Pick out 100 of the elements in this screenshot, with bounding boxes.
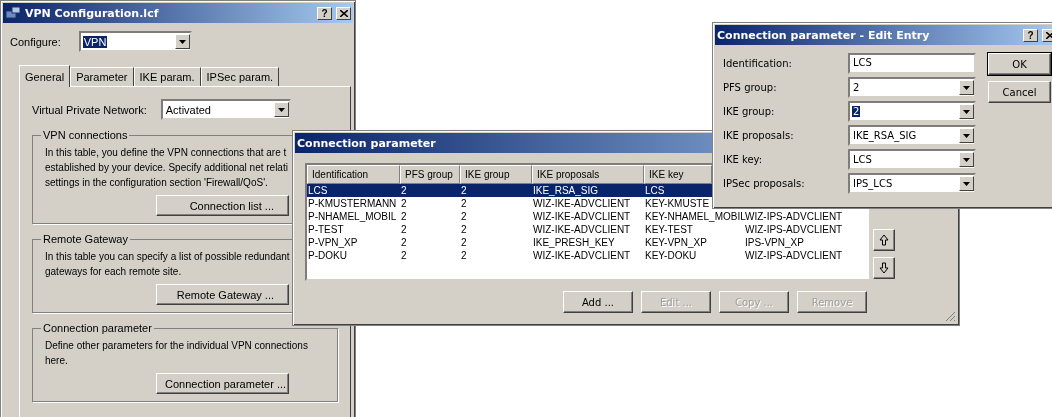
window-icon [5,6,21,20]
caret-icon [963,133,970,138]
field-label: PFS group: [723,82,778,93]
table-cell-text: WIZ-IKE-ADVCLIENT [532,249,632,262]
caret-icon [963,181,970,186]
text-field[interactable]: LCS [848,53,976,74]
configure-dropdown[interactable]: VPN [78,31,192,52]
column-header[interactable]: PFS group [400,165,460,184]
field-label: IKE key: [723,154,764,165]
table-cell-text: 2 [400,223,408,236]
table-cell-text: WIZ-IPS-ADVCLIENT [745,210,844,223]
table-cell-text: KEY-VPN_XP [644,236,708,249]
dropdown-arrow-button[interactable] [959,80,974,95]
dialog-button[interactable]: Cancel [988,81,1051,103]
tab[interactable]: IKE param. [133,67,201,86]
table-cell-text: 2 [400,197,408,210]
table-row[interactable]: P-KMUSTERMANN 2 2 WIZ-IKE-ADVCLIENT KEY-KMUSTE [307,197,712,210]
window-title: Connection parameter [297,136,436,150]
table-cell-text: P-KMUSTERMANN [307,197,398,210]
vpn-label: Virtual Private Network: [32,103,147,116]
close-button[interactable] [336,6,351,20]
table-cell-text: 2 [400,210,408,223]
table-row[interactable]: LCS 2 2 IKE_RSA_SIG LCS [307,184,712,197]
activation-dropdown[interactable]: Activated [160,99,291,120]
field-label: IPSec proposals: [723,178,806,189]
caret-icon [963,109,970,114]
table-cell-text: 2 [460,223,468,236]
group-button[interactable]: Connection parameter ... [156,373,289,394]
dropdown-arrow-button[interactable] [959,152,974,167]
dropdown-arrow-button[interactable] [959,104,974,119]
resize-grip-icon [945,311,956,322]
table-cell-text: 2 [460,197,468,210]
tab[interactable]: General [19,65,71,87]
table-cell-text: 2 [460,210,468,223]
caret-icon [178,39,186,44]
dropdown[interactable]: IPS_LCS [848,173,976,194]
field-label: IKE proposals: [723,130,795,141]
configure-label: Configure: [10,35,61,48]
group-description: In this table you can specify a list of possible redundant gateways for each remote site. [45,250,290,279]
caret-icon [963,85,970,90]
table-row[interactable]: P-NHAMEL_MOBIL 2 2 WIZ-IKE-ADVCLIENT KEY-NHAMEL_MOBILWIZ-IPS-ADVCLIENT [307,210,869,223]
table-cell-text: P-NHAMEL_MOBIL [307,210,398,223]
table-cell-text: 2 [460,236,468,249]
table-row[interactable]: P-DOKU 2 2 WIZ-IKE-ADVCLIENT KEY-DOKU WIZ-IPS-ADVCLIENT [307,249,869,262]
table-cell-text: P-VPN_XP [307,236,359,249]
dropdown-arrow-button[interactable] [959,128,974,143]
dropdown[interactable]: 2 [848,77,976,98]
table-cell-text: WIZ-IKE-ADVCLIENT [532,210,632,223]
table-cell-text: WIZ-IPS-ADVCLIENT [744,249,844,262]
group-title: Connection parameter [42,322,153,334]
dropdown-arrow-button[interactable] [959,176,974,191]
tab[interactable]: Parameter [70,67,134,86]
column-header[interactable]: IKE proposals [532,165,644,184]
dropdown[interactable]: IKE_RSA_SIG [848,125,976,146]
table-cell-text: WIZ-IKE-ADVCLIENT [532,223,632,236]
field-label: IKE group: [723,106,776,117]
table-cell-text: 2 [400,236,408,249]
close-icon [339,9,348,17]
group-button[interactable]: Connection list ... [156,195,289,216]
close-icon [1045,31,1052,39]
table-cell-text: KEY-DOKU [644,249,698,262]
table-cell-text: P-DOKU [307,249,348,262]
caret-icon [277,107,285,112]
table-cell-text: IPS-VPN_XP [744,236,805,249]
table-cell-text: P-TEST [307,223,345,236]
table-cell-text: KEY-KMUSTE [644,197,711,210]
down-arrow-icon [879,262,889,274]
column-header[interactable]: IKE group [460,165,532,184]
table-cell-text: IKE_RSA_SIG [532,184,600,197]
table-row[interactable]: P-TEST 2 2 WIZ-IKE-ADVCLIENT KEY-TEST WIZ-IPS-ADVCLIENT [307,223,869,236]
field-label: Identification: [723,58,793,69]
close-button[interactable] [1042,28,1052,42]
dropdown-arrow-button[interactable] [273,102,289,117]
group-description: Define other parameters for the individual VPN connections here. [45,339,308,368]
table-cell: KEY-NHAMEL_MOBIL [644,210,744,223]
dialog-button[interactable]: Add ... [563,291,633,313]
table-cell-text: 2 [460,249,468,262]
move-up-button[interactable] [873,229,895,251]
dropdown-arrow-button[interactable] [174,34,190,49]
group-title: VPN connections [42,129,129,141]
move-down-button[interactable] [873,257,895,279]
dropdown[interactable]: 2 [848,101,976,122]
table-cell-text: LCS [307,184,329,197]
table-cell-text: 2 [400,184,408,197]
column-header[interactable]: Identification [307,165,400,184]
table-cell-text: 2 [460,184,468,197]
table-cell-text: 2 [400,249,408,262]
tab[interactable]: IPSec param. [200,67,280,86]
table-row[interactable]: P-VPN_XP 2 2 IKE_PRESH_KEY KEY-VPN_XP IPS-VPN_XP [307,236,869,249]
table-cell-text: LCS [644,184,666,197]
up-arrow-icon [879,234,889,246]
help-button[interactable]: ? [317,6,332,20]
group-button[interactable]: Remote Gateway ... [156,284,289,305]
table-cell-text: WIZ-IKE-ADVCLIENT [532,197,632,210]
help-button[interactable]: ? [1023,28,1038,42]
caret-icon [963,157,970,162]
dialog-button[interactable]: OK [988,53,1051,75]
dropdown[interactable]: LCS [848,149,976,170]
column-header[interactable]: IKE key [644,165,712,184]
window-title: VPN Configuration.lcf [25,6,159,20]
